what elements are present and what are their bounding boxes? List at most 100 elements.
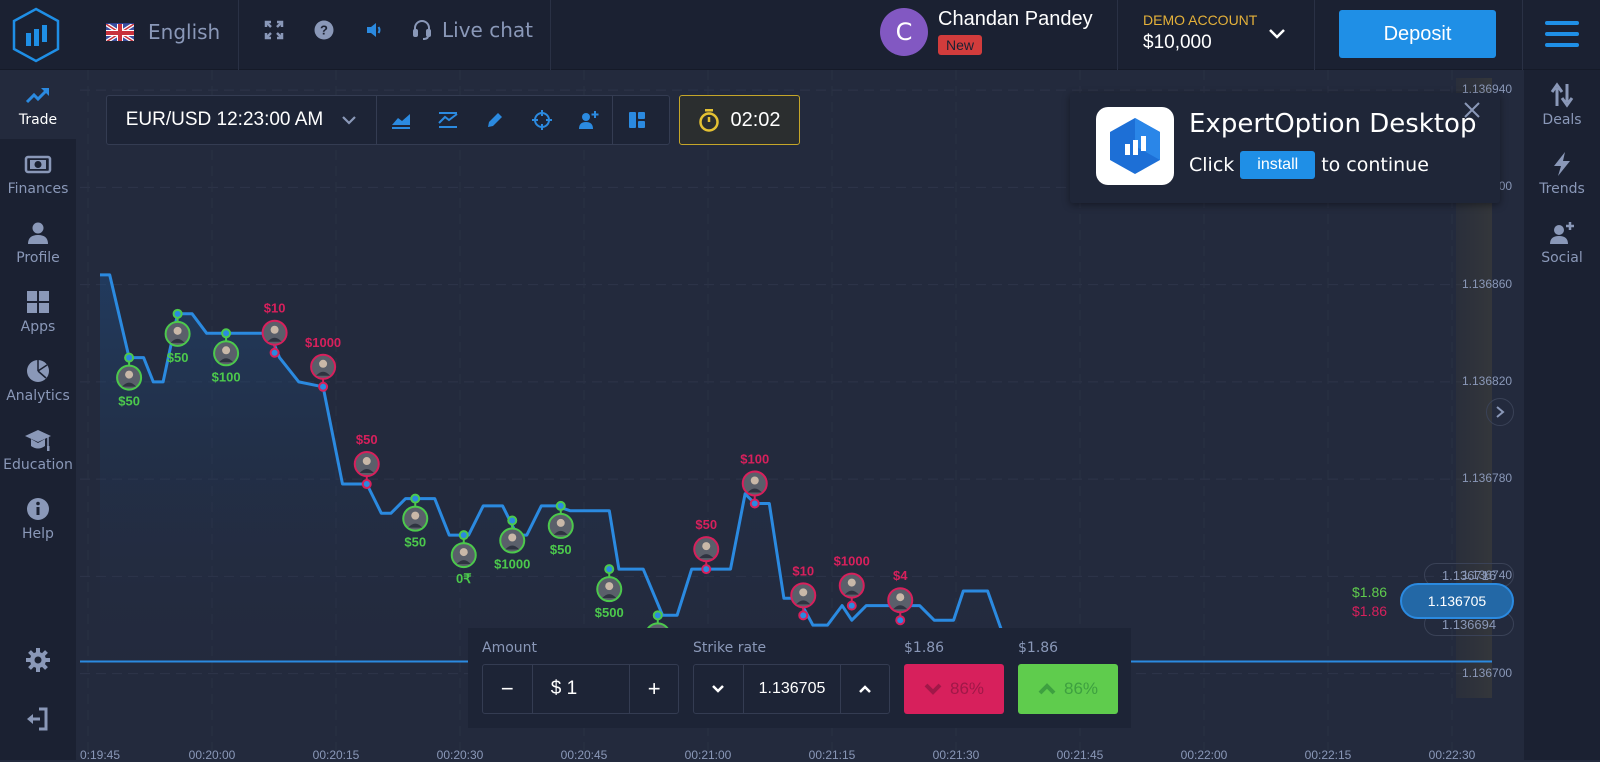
y-tick-label: 1.136780 xyxy=(1462,471,1513,486)
svg-text:?: ? xyxy=(320,23,328,38)
fullscreen-icon[interactable] xyxy=(262,18,286,42)
user-icon xyxy=(28,222,48,244)
account-selector[interactable]: DEMO ACCOUNT $10,000 xyxy=(1143,12,1257,54)
divider xyxy=(1117,0,1118,70)
chevron-right-icon xyxy=(1496,406,1505,418)
sound-icon[interactable] xyxy=(362,18,386,42)
desktop-app-popup: ExpertOption Desktop Click install to co… xyxy=(1070,93,1500,203)
help-icon[interactable]: ? xyxy=(312,18,336,42)
sidebar-item-education[interactable]: Education xyxy=(0,415,76,484)
chart-type-button[interactable] xyxy=(377,96,424,144)
sidebar-item-apps[interactable]: Apps xyxy=(0,277,76,346)
scroll-right-button[interactable] xyxy=(1486,398,1514,426)
trade-amount-label: $4 xyxy=(893,568,908,583)
logout-button[interactable] xyxy=(0,706,76,732)
y-tick-label: 1.136700 xyxy=(1462,665,1513,680)
sidebar-item-profile[interactable]: Profile xyxy=(0,208,76,277)
trend-up-icon xyxy=(25,87,49,103)
right-sidebar: Deals Trends Social xyxy=(1524,70,1600,760)
sidebar-item-finances[interactable]: Finances xyxy=(0,139,76,208)
trade-amount-label: $1000 xyxy=(834,554,870,569)
divider xyxy=(1314,0,1315,70)
install-button[interactable]: install xyxy=(1240,151,1316,179)
arrow-up-icon xyxy=(1038,683,1056,695)
strike-rate-label: Strike rate xyxy=(693,640,767,656)
logout-icon xyxy=(27,707,48,731)
pie-chart-icon xyxy=(27,359,49,382)
lightning-icon xyxy=(1554,151,1570,176)
crosshair-icon xyxy=(531,110,552,130)
info-icon xyxy=(27,497,49,520)
buy-up-button[interactable]: 86% xyxy=(1018,664,1118,714)
avatar: C xyxy=(880,8,928,56)
sort-arrows-icon xyxy=(1550,81,1574,108)
amount-decrease-button[interactable]: − xyxy=(483,665,533,713)
strike-decrease-button[interactable] xyxy=(694,665,744,713)
trade-amount-label: $10 xyxy=(264,301,286,316)
account-type: DEMO ACCOUNT xyxy=(1143,12,1258,28)
trade-amount-label: $100 xyxy=(212,369,241,384)
trade-amount-label: $100 xyxy=(740,451,769,466)
user-plus-icon xyxy=(1550,221,1574,244)
language-selector[interactable]: English xyxy=(106,20,220,44)
banknote-icon xyxy=(24,155,52,173)
sidebar-label: Trends xyxy=(1539,180,1585,197)
amount-increase-button[interactable]: + xyxy=(630,665,678,713)
trade-marker[interactable]: $50 xyxy=(693,517,720,575)
asset-selector[interactable]: EUR/USD 12:23:00 AM xyxy=(107,96,377,144)
sidebar-label: Trade xyxy=(18,111,58,128)
close-icon[interactable] xyxy=(1462,97,1482,127)
arrow-down-icon xyxy=(924,683,942,695)
asset-pair-label: EUR/USD 12:23:00 AM xyxy=(125,109,324,130)
expiry-timer[interactable]: 02:02 xyxy=(679,95,800,145)
trade-marker[interactable]: $1000 xyxy=(834,554,870,611)
sidebar-label: Deals xyxy=(1542,111,1582,128)
live-chat-label: Live chat xyxy=(442,18,533,42)
strike-rate-stepper: 1.136705 xyxy=(693,664,890,714)
sell-down-button[interactable]: 86% xyxy=(904,664,1004,714)
uk-flag-icon xyxy=(106,23,134,41)
sidebar-item-social[interactable]: Social xyxy=(1524,208,1600,277)
new-badge: New xyxy=(938,35,983,55)
settings-button[interactable] xyxy=(0,647,76,673)
sidebar-item-analytics[interactable]: Analytics xyxy=(0,346,76,415)
user-profile[interactable]: C Chandan Pandey New xyxy=(880,8,1093,56)
left-sidebar: Trade Finances Profile Apps Analytics Ed… xyxy=(0,70,76,760)
hamburger-menu-icon[interactable] xyxy=(1545,21,1579,47)
trade-panel: Amount − $ 1 + Strike rate 1.136705 $1.8… xyxy=(468,628,1131,728)
divider xyxy=(550,0,551,70)
amount-input[interactable]: $ 1 xyxy=(533,665,631,713)
strike-increase-button[interactable] xyxy=(841,665,889,713)
expertoption-logo[interactable] xyxy=(10,6,62,64)
crosshair-button[interactable] xyxy=(518,96,565,144)
drawing-button[interactable] xyxy=(471,96,518,144)
trade-amount-label: $50 xyxy=(118,394,140,409)
indicators-button[interactable] xyxy=(424,96,471,144)
sidebar-item-help[interactable]: Help xyxy=(0,484,76,553)
chart-toolbar: EUR/USD 12:23:00 AM xyxy=(106,95,670,145)
chevron-up-icon xyxy=(859,685,872,693)
trade-amount-label: $1000 xyxy=(494,557,530,572)
sidebar-item-deals[interactable]: Deals xyxy=(1524,70,1600,139)
indicators-icon xyxy=(437,112,458,128)
chevron-down-icon xyxy=(342,116,357,125)
sidebar-label: Social xyxy=(1541,249,1583,266)
sidebar-item-trends[interactable]: Trends xyxy=(1524,139,1600,208)
down-payout-label: $1.86 xyxy=(904,640,945,656)
chevron-down-icon[interactable] xyxy=(1268,24,1286,45)
expertoption-app-icon xyxy=(1096,107,1174,185)
timer-value: 02:02 xyxy=(730,108,781,131)
social-trading-button[interactable] xyxy=(565,96,612,144)
strike-rate-input[interactable]: 1.136705 xyxy=(744,665,842,713)
trade-amount-label: 0₹ xyxy=(456,571,472,586)
sidebar-item-trade[interactable]: Trade xyxy=(0,70,76,139)
live-chat-button[interactable]: Live chat xyxy=(412,18,533,42)
payout-up-label: $1.86 xyxy=(1352,584,1388,600)
trade-amount-label: $50 xyxy=(167,350,189,365)
deposit-button[interactable]: Deposit xyxy=(1339,10,1496,58)
layout-button[interactable] xyxy=(613,96,660,144)
area-chart-icon xyxy=(391,114,410,129)
payout-down-label: $1.86 xyxy=(1352,603,1388,619)
popup-text: Click xyxy=(1189,154,1235,176)
add-user-icon xyxy=(578,111,598,129)
